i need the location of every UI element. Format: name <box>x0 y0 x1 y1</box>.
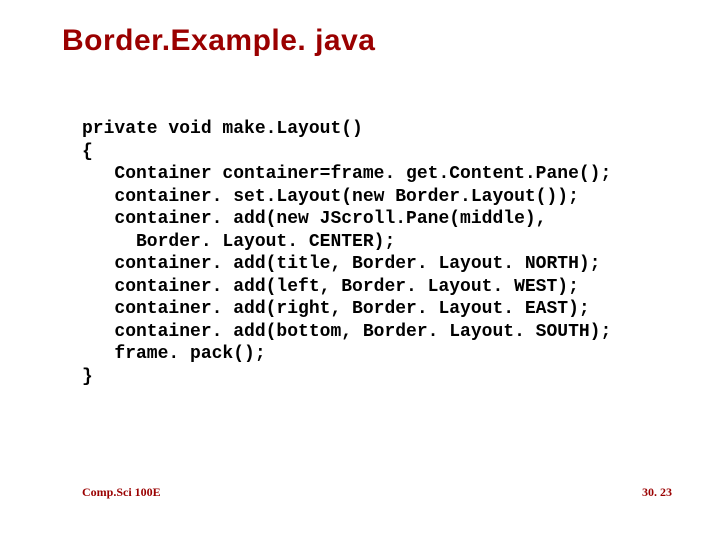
slide-title: Border.Example. java <box>62 24 376 58</box>
slide: Border.Example. java private void make.L… <box>0 0 720 540</box>
footer-right: 30. 23 <box>642 485 672 500</box>
footer-left: Comp.Sci 100E <box>82 485 161 500</box>
code-block: private void make.Layout() { Container c… <box>82 118 611 388</box>
